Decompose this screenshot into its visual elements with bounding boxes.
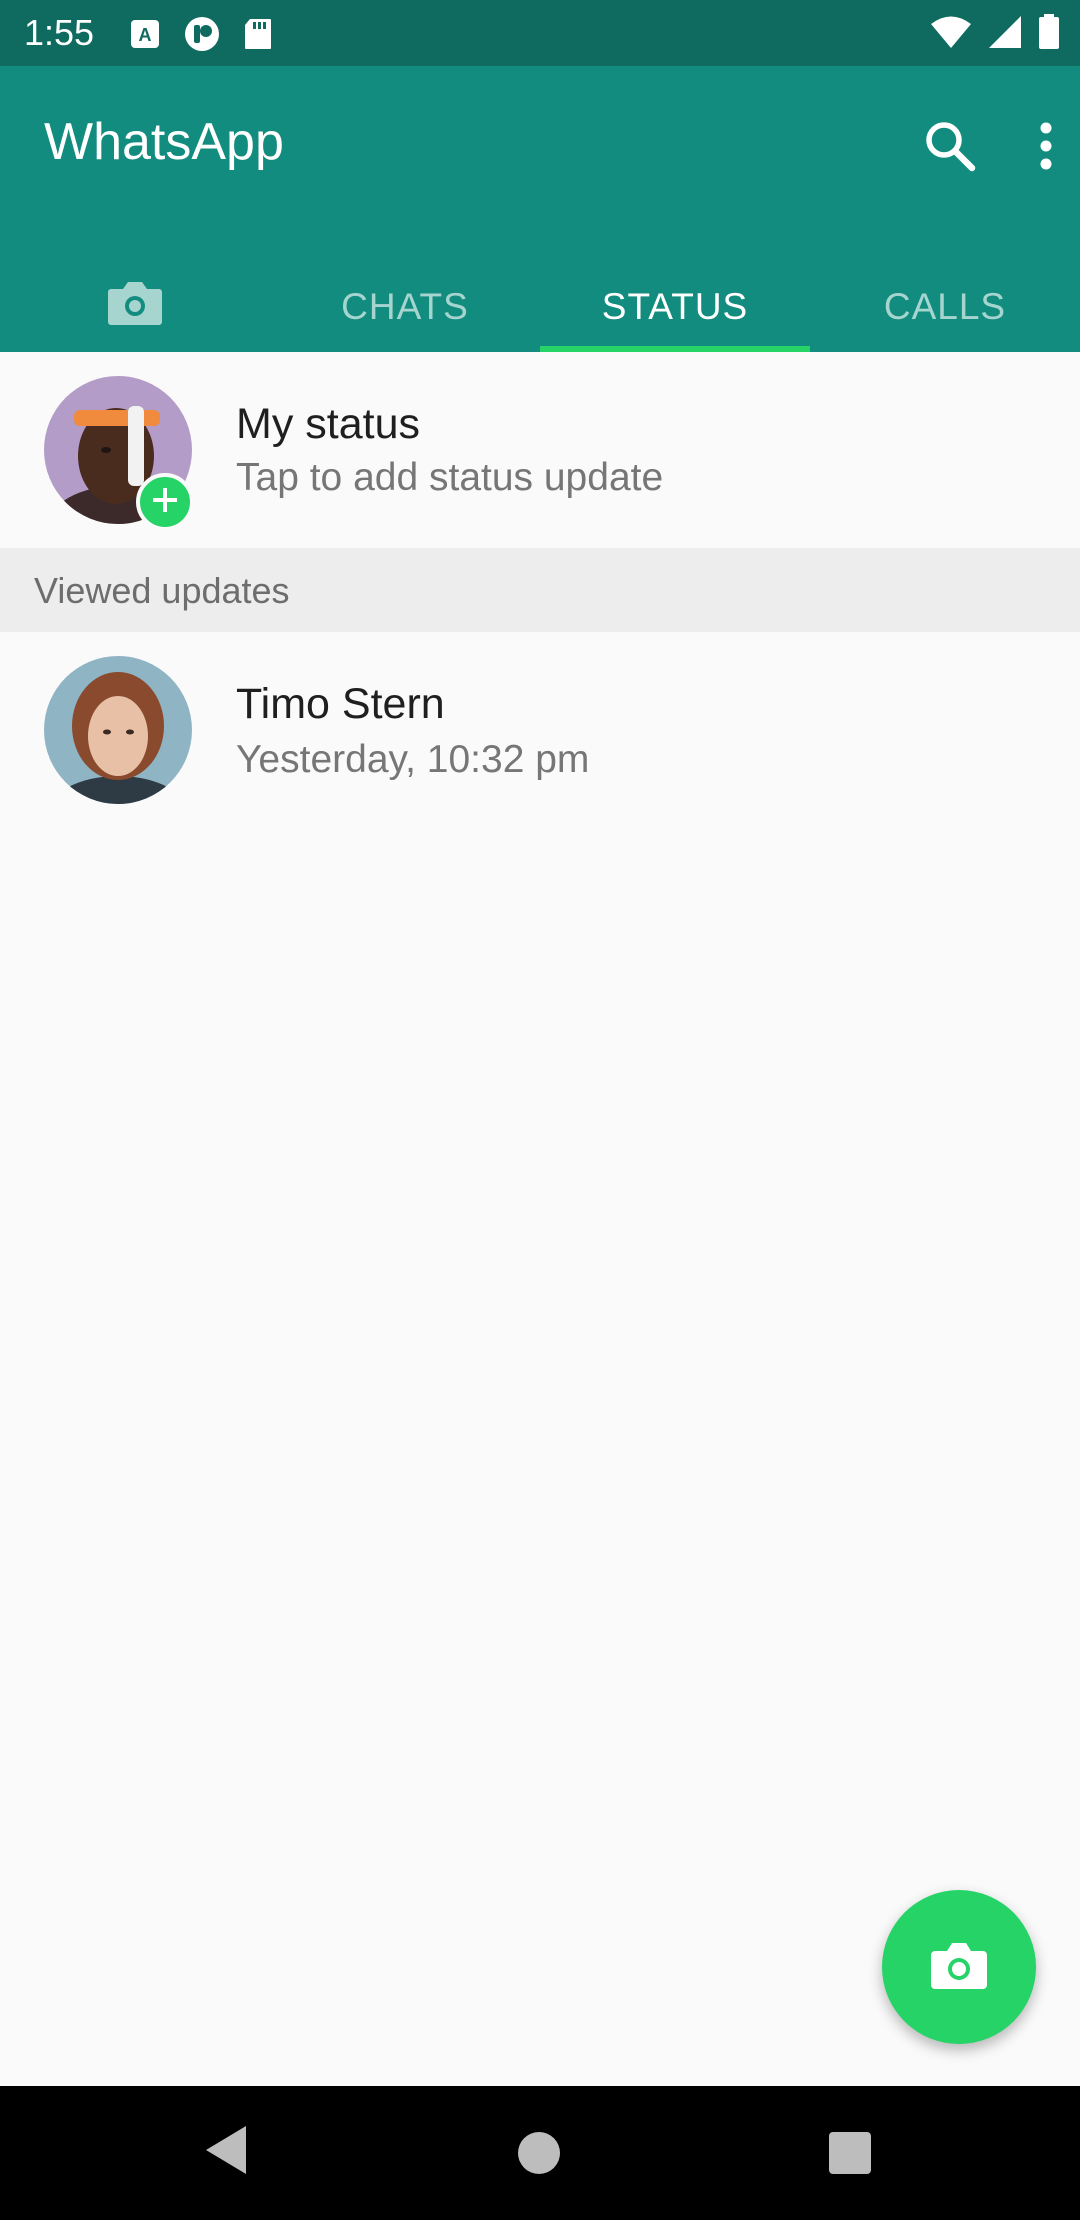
camera-icon [107,279,163,336]
back-triangle-icon [204,2126,248,2180]
battery-icon [1038,14,1060,55]
viewed-updates-header: Viewed updates [0,548,1080,632]
signal-icon [988,15,1022,54]
more-options-button[interactable] [1026,116,1066,176]
system-navigation-bar [0,2086,1080,2220]
more-vert-icon [1026,122,1066,180]
contact-avatar [44,656,192,804]
status-time: 1:55 [24,12,95,53]
search-button[interactable] [920,116,980,176]
camera-icon [930,1940,988,1995]
tab-calls[interactable]: CALLS [810,262,1080,352]
sd-card-icon [244,18,272,55]
app-k-icon [184,16,220,57]
my-status-row[interactable]: My status Tap to add status update [0,352,1080,548]
new-status-camera-button[interactable] [882,1890,1036,2044]
section-header-label: Viewed updates [34,570,290,611]
system-status-bar: 1:55 A [0,0,1080,66]
my-status-subtitle: Tap to add status update [236,456,664,499]
app-bar: WhatsApp CHATS STATUS CALLS [0,66,1080,352]
contact-name: Timo Stern [236,680,445,728]
whatsapp-status-screen: 1:55 A WhatsApp CHATS STATUS CALLS My st… [0,0,1080,2220]
tab-camera[interactable] [0,262,270,352]
my-status-title: My status [236,400,420,448]
tab-status[interactable]: STATUS [540,262,810,352]
wifi-icon [930,15,972,54]
svg-text:A: A [139,25,152,45]
recents-button[interactable] [829,2132,871,2174]
status-list-item[interactable]: Timo Stern Yesterday, 10:32 pm [0,632,1080,832]
back-button[interactable] [204,2124,248,2181]
tab-chats[interactable]: CHATS [270,262,540,352]
search-icon [920,122,980,180]
add-status-button[interactable] [136,473,194,531]
tab-bar: CHATS STATUS CALLS [0,262,1080,352]
home-button[interactable] [518,2132,560,2174]
plus-icon [150,485,180,520]
app-a-icon: A [130,19,160,54]
app-title: WhatsApp [44,113,284,171]
status-timestamp: Yesterday, 10:32 pm [236,738,590,781]
